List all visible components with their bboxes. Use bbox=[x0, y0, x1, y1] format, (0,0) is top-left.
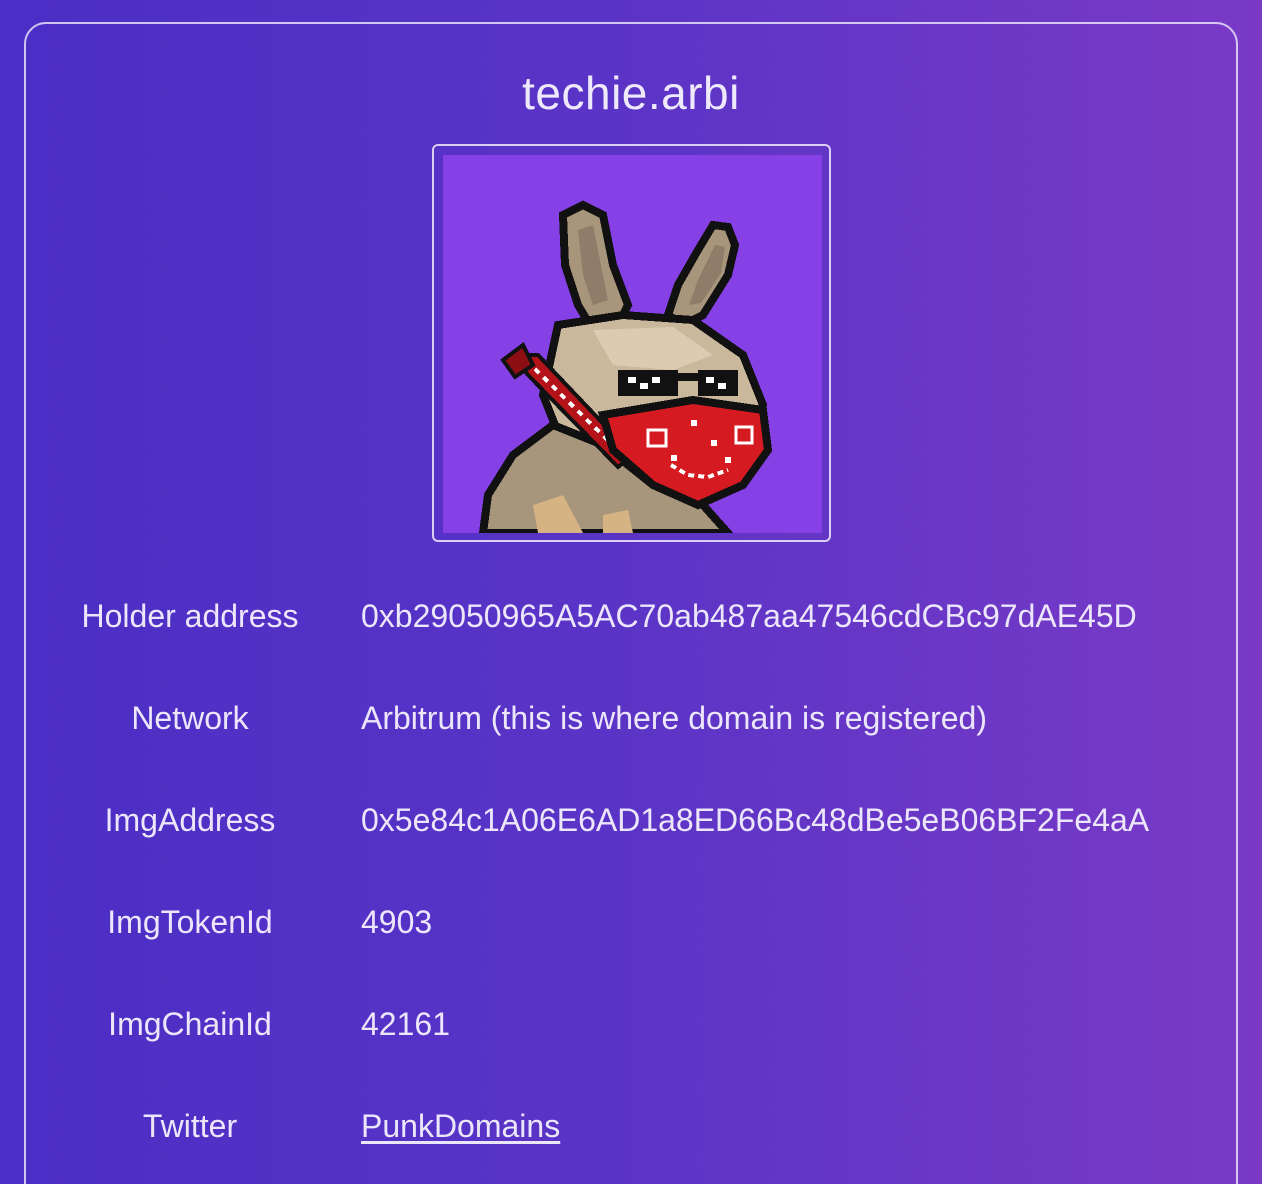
nft-image-frame bbox=[432, 144, 831, 542]
network-value: Arbitrum (this is where domain is regist… bbox=[361, 700, 987, 736]
twitter-label: Twitter bbox=[142, 1108, 238, 1144]
img-token-id-label: ImgTokenId bbox=[107, 904, 273, 940]
img-chain-id-label: ImgChainId bbox=[108, 1006, 272, 1042]
img-chain-id-value: 42161 bbox=[361, 1006, 450, 1042]
holder-address-value: 0xb29050965A5AC70ab487aa47546cdCBc97dAE4… bbox=[361, 598, 1137, 634]
nft-image bbox=[443, 155, 822, 533]
img-address-label: ImgAddress bbox=[104, 802, 276, 838]
img-token-id-value: 4903 bbox=[361, 904, 433, 940]
twitter-link[interactable]: PunkDomains bbox=[361, 1108, 560, 1144]
domain-title: techie.arbi bbox=[522, 67, 740, 119]
rabbit-illustration bbox=[478, 200, 773, 533]
network-label: Network bbox=[131, 700, 249, 736]
holder-address-label: Holder address bbox=[81, 598, 299, 634]
twitter-value: PunkDomains bbox=[361, 1108, 560, 1145]
img-address-value: 0x5e84c1A06E6AD1a8ED66Bc48dBe5eB06BF2Fe4… bbox=[361, 802, 1150, 838]
